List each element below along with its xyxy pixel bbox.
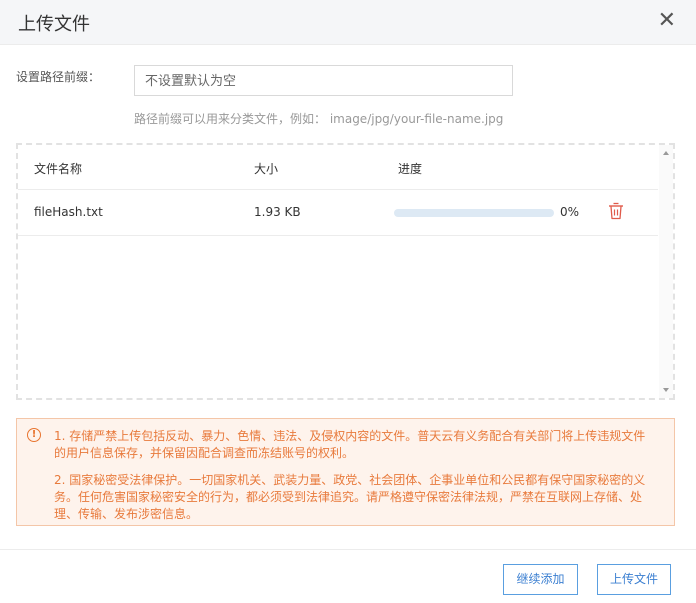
prefix-label: 设置路径前缀： bbox=[16, 70, 101, 84]
dialog-header: 上传文件 ✕ bbox=[0, 0, 696, 45]
warning-text-2: 2. 国家秘密受法律保护。一切国家机关、武装力量、政党、社会团体、企事业单位和公… bbox=[54, 473, 646, 521]
column-header-progress: 进度 bbox=[398, 162, 423, 176]
table-header: 文件名称 大小 进度 bbox=[18, 145, 658, 190]
progress-bar bbox=[394, 209, 554, 217]
upload-button[interactable]: 上传文件 bbox=[597, 564, 671, 595]
prefix-hint: 路径前缀可以用来分类文件，例如： image/jpg/your-file-nam… bbox=[134, 112, 504, 126]
scrollbar[interactable] bbox=[659, 145, 673, 398]
table-row: fileHash.txt 1.93 KB 0% bbox=[18, 190, 658, 236]
close-icon[interactable]: ✕ bbox=[658, 9, 676, 33]
warning-notice: ! 1. 存储严禁上传包括反动、暴力、色情、违法、及侵权内容的文件。普天云有义务… bbox=[16, 418, 675, 526]
scroll-down-icon[interactable] bbox=[663, 388, 669, 392]
exclamation-circle-icon: ! bbox=[27, 428, 41, 442]
column-header-size: 大小 bbox=[254, 162, 279, 176]
continue-add-button[interactable]: 继续添加 bbox=[503, 564, 578, 595]
column-header-name: 文件名称 bbox=[34, 162, 83, 176]
file-size: 1.93 KB bbox=[254, 205, 301, 219]
dialog-title: 上传文件 bbox=[18, 14, 90, 35]
file-list: 文件名称 大小 进度 fileHash.txt 1.93 KB 0% bbox=[16, 143, 675, 400]
warning-text-1: 1. 存储严禁上传包括反动、暴力、色情、违法、及侵权内容的文件。普天云有义务配合… bbox=[54, 429, 646, 460]
progress-text: 0% bbox=[560, 205, 580, 219]
prefix-input[interactable] bbox=[134, 65, 513, 96]
dialog-footer: 继续添加 上传文件 bbox=[0, 549, 696, 603]
scroll-up-icon[interactable] bbox=[663, 151, 669, 155]
file-name: fileHash.txt bbox=[34, 205, 103, 219]
trash-icon[interactable] bbox=[608, 202, 624, 220]
